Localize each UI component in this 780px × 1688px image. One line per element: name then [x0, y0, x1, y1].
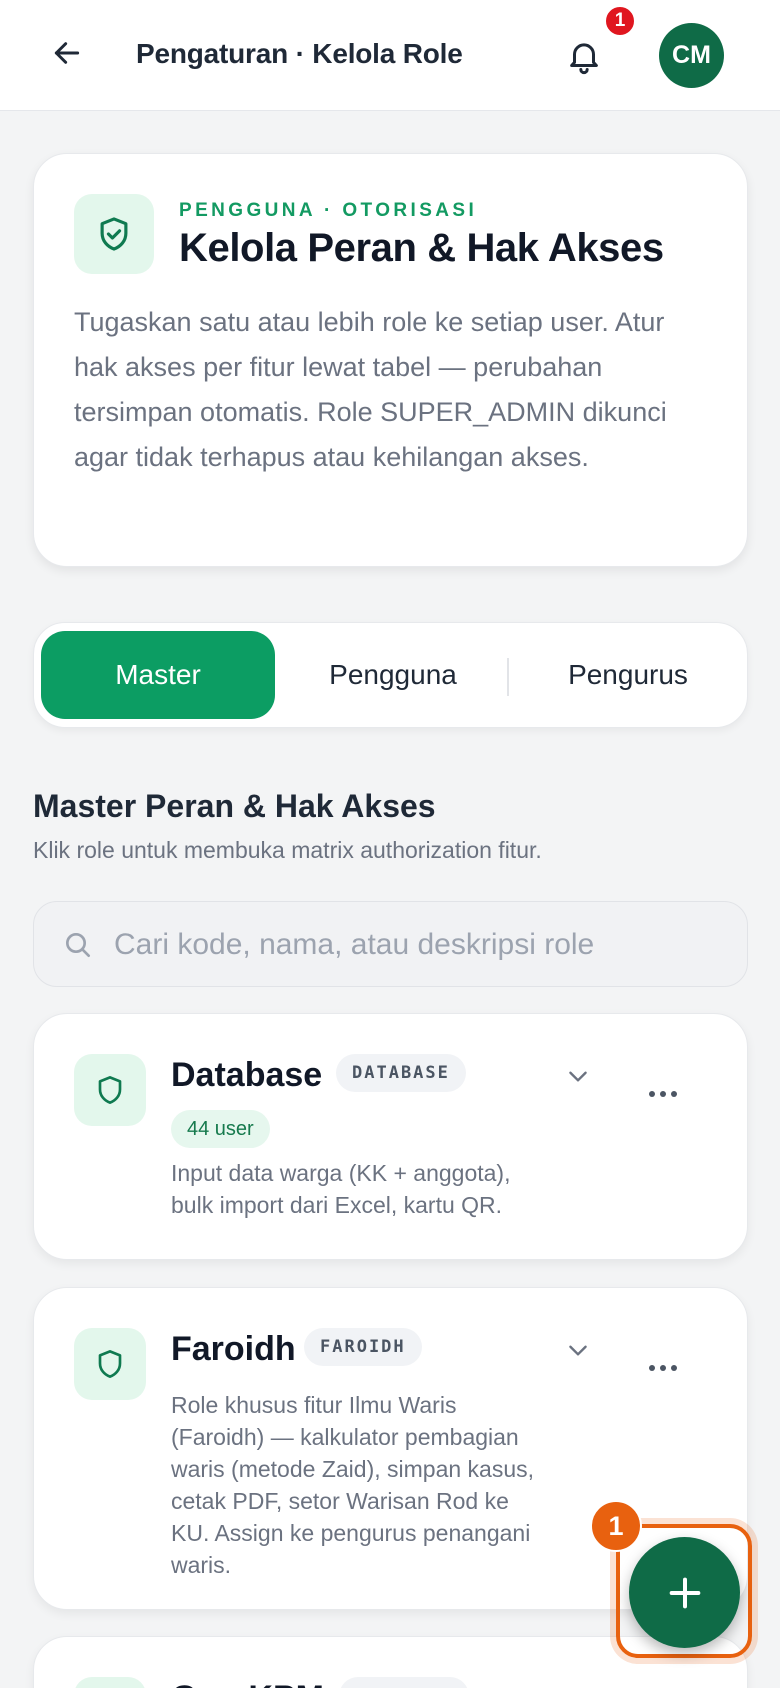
back-arrow-icon — [54, 42, 80, 64]
role-user-count-badge: 44 user — [171, 1110, 270, 1148]
search-icon — [66, 933, 90, 957]
role-code-badge: DATABASE — [336, 1054, 466, 1092]
tab-divider — [507, 658, 509, 696]
more-horizontal-icon — [649, 1365, 677, 1371]
add-role-button[interactable] — [629, 1537, 740, 1648]
more-options-button[interactable] — [638, 1348, 688, 1388]
page-title: Pengaturan · Kelola Role — [136, 38, 463, 69]
search-box — [33, 901, 748, 987]
role-name: Database — [171, 1056, 323, 1094]
back-button[interactable] — [44, 30, 90, 76]
more-options-button[interactable] — [638, 1074, 688, 1114]
intro-description: Tugaskan satu atau lebih role ke setiap … — [74, 307, 667, 472]
role-name: Gun KPM — [171, 1679, 324, 1688]
search-input[interactable] — [114, 916, 674, 974]
role-name: Faroidh — [171, 1330, 296, 1368]
tab-pengguna[interactable]: Pengguna — [282, 631, 504, 719]
step-badge: 1 — [590, 1500, 642, 1552]
shield-icon — [98, 1350, 122, 1378]
top-app-bar: Pengaturan · Kelola Role 1 CM — [0, 0, 780, 111]
intro-title: Kelola Peran & Hak Akses — [179, 226, 664, 270]
expand-button[interactable] — [558, 1056, 598, 1096]
notifications-button[interactable] — [560, 30, 608, 82]
shield-icon — [98, 1076, 122, 1104]
chevron-down-icon — [569, 1345, 587, 1356]
bell-icon — [570, 43, 598, 75]
expand-button[interactable] — [558, 1330, 598, 1370]
role-description: Input data warga (KK + anggota), bulk im… — [171, 1160, 511, 1218]
role-description: Role khusus fitur Ilmu Waris (Faroidh) —… — [171, 1392, 535, 1578]
role-tabs: Master Pengguna Pengurus — [33, 622, 748, 728]
section-title: Master Peran & Hak Akses — [33, 788, 436, 824]
chevron-down-icon — [569, 1071, 587, 1082]
role-icon-tile — [74, 1677, 146, 1688]
intro-icon-tile — [74, 194, 154, 274]
intro-eyebrow: PENGGUNA · OTORISASI — [179, 200, 478, 221]
role-icon-tile — [74, 1328, 146, 1400]
role-code-badge: GUNA_KPM — [339, 1677, 469, 1688]
tab-pengurus[interactable]: Pengurus — [516, 631, 740, 719]
shield-check-icon — [100, 217, 128, 251]
more-horizontal-icon — [649, 1091, 677, 1097]
user-avatar[interactable]: CM — [659, 23, 724, 88]
role-code-badge: FAROIDH — [304, 1328, 422, 1366]
role-icon-tile — [74, 1054, 146, 1126]
role-card-database[interactable]: Database DATABASE 44 user Input data war… — [33, 1013, 748, 1260]
tab-master[interactable]: Master — [41, 631, 275, 719]
plus-icon — [669, 1577, 700, 1608]
intro-card: PENGGUNA · OTORISASI Kelola Peran & Hak … — [33, 153, 748, 567]
notification-count-badge: 1 — [603, 4, 637, 38]
section-subtitle: Klik role untuk membuka matrix authoriza… — [33, 837, 542, 863]
